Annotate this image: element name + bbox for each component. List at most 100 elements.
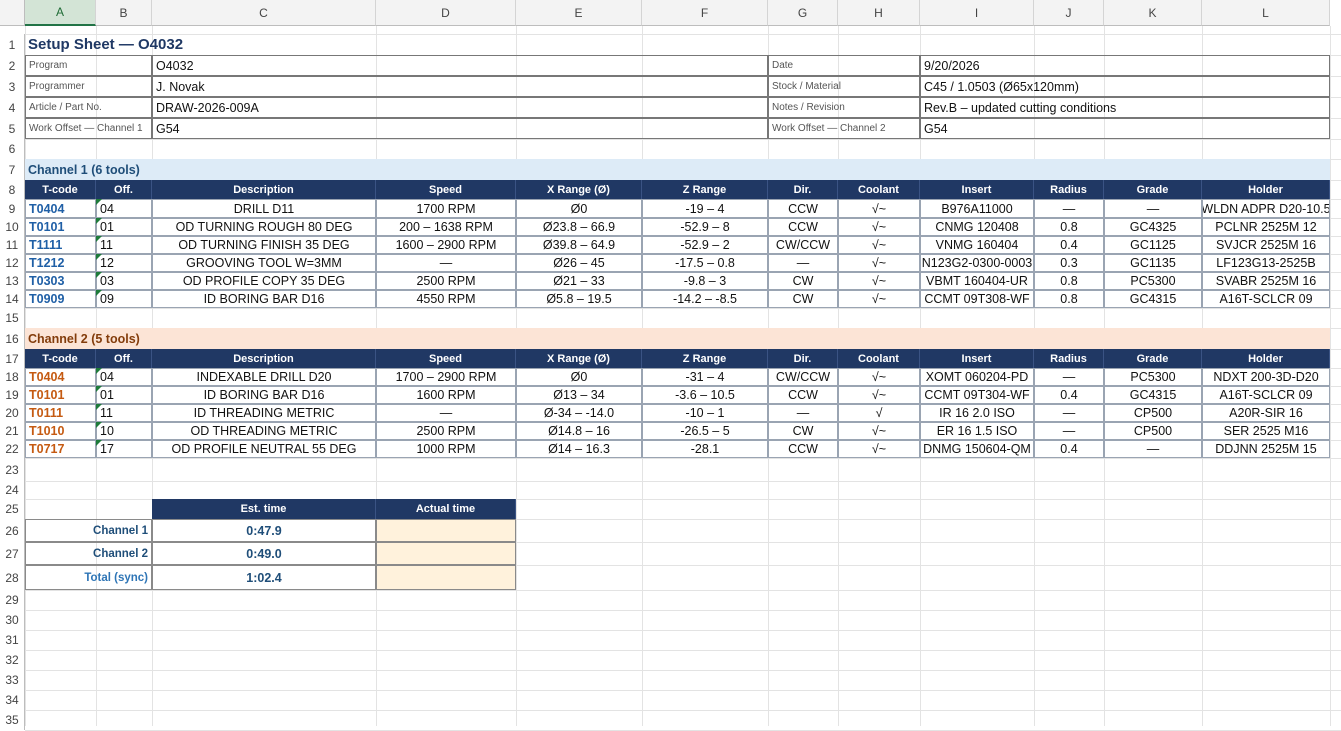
channel1-tool-4-col-3[interactable]: 2500 RPM — [376, 272, 516, 290]
channel2-tool-0-col-0[interactable]: T0404 — [25, 368, 96, 386]
channel1-tool-5-col-10[interactable]: GC4315 — [1104, 290, 1202, 308]
channel1-tool-0-col-11[interactable]: WLDN ADPR D20-10.5 — [1202, 199, 1330, 218]
row-header-6[interactable]: 6 — [0, 139, 25, 159]
channel1-tool-2-col-11[interactable]: SVJCR 2525M 16 — [1202, 236, 1330, 254]
column-header-h[interactable]: H — [838, 0, 920, 26]
channel2-tool-3-col-6[interactable]: CW — [768, 422, 838, 440]
channel2-tool-1-col-5[interactable]: -3.6 – 10.5 — [642, 386, 768, 404]
channel2-tool-0-col-8[interactable]: XOMT 060204-PD — [920, 368, 1034, 386]
column-header-g[interactable]: G — [768, 0, 838, 26]
actual-time-input-1[interactable] — [376, 542, 516, 565]
channel1-tool-1-col-9[interactable]: 0.8 — [1034, 218, 1104, 236]
channel1-tool-5-col-2[interactable]: ID BORING BAR D16 — [152, 290, 376, 308]
channel2-tool-2-col-7[interactable]: √ — [838, 404, 920, 422]
channel1-tool-3-col-0[interactable]: T1212 — [25, 254, 96, 272]
row-header-11[interactable]: 11 — [0, 236, 25, 254]
row-header-32[interactable]: 32 — [0, 650, 25, 670]
channel1-tool-2-col-9[interactable]: 0.4 — [1034, 236, 1104, 254]
channel1-tool-1-col-10[interactable]: GC4325 — [1104, 218, 1202, 236]
channel2-tool-0-col-3[interactable]: 1700 – 2900 RPM — [376, 368, 516, 386]
row-header-1[interactable]: 1 — [0, 34, 25, 55]
channel1-tool-5-col-3[interactable]: 4550 RPM — [376, 290, 516, 308]
channel2-tool-2-col-8[interactable]: IR 16 2.0 ISO — [920, 404, 1034, 422]
channel2-tool-1-col-7[interactable]: √~ — [838, 386, 920, 404]
row-header-14[interactable]: 14 — [0, 290, 25, 308]
channel2-tool-4-col-0[interactable]: T0717 — [25, 440, 96, 458]
channel1-tool-5-col-5[interactable]: -14.2 – -8.5 — [642, 290, 768, 308]
channel2-tool-0-col-5[interactable]: -31 – 4 — [642, 368, 768, 386]
channel1-tool-4-col-1[interactable]: 03 — [96, 272, 152, 290]
channel1-tool-2-col-6[interactable]: CW/CCW — [768, 236, 838, 254]
channel2-tool-0-col-11[interactable]: NDXT 200-3D-D20 — [1202, 368, 1330, 386]
column-header-l[interactable]: L — [1202, 0, 1330, 26]
channel2-tool-4-col-7[interactable]: √~ — [838, 440, 920, 458]
channel1-tool-1-col-0[interactable]: T0101 — [25, 218, 96, 236]
channel1-tool-3-col-2[interactable]: GROOVING TOOL W=3MM — [152, 254, 376, 272]
notes-value[interactable]: Rev.B – updated cutting conditions — [920, 97, 1330, 118]
channel2-tool-3-col-11[interactable]: SER 2525 M16 — [1202, 422, 1330, 440]
channel1-tool-0-col-5[interactable]: -19 – 4 — [642, 199, 768, 218]
channel2-tool-3-col-0[interactable]: T1010 — [25, 422, 96, 440]
channel2-tool-2-col-11[interactable]: A20R-SIR 16 — [1202, 404, 1330, 422]
channel1-tool-2-col-10[interactable]: GC1125 — [1104, 236, 1202, 254]
date-value[interactable]: 9/20/2026 — [920, 55, 1330, 76]
channel2-tool-3-col-4[interactable]: Ø14.8 – 16 — [516, 422, 642, 440]
channel1-tool-5-col-7[interactable]: √~ — [838, 290, 920, 308]
channel2-tool-2-col-6[interactable]: — — [768, 404, 838, 422]
channel1-tool-1-col-11[interactable]: PCLNR 2525M 12 — [1202, 218, 1330, 236]
channel2-tool-2-col-4[interactable]: Ø-34 – -14.0 — [516, 404, 642, 422]
channel1-tool-0-col-8[interactable]: B976A11000 — [920, 199, 1034, 218]
channel1-tool-0-col-6[interactable]: CCW — [768, 199, 838, 218]
channel1-tool-1-col-4[interactable]: Ø23.8 – 66.9 — [516, 218, 642, 236]
channel1-tool-3-col-3[interactable]: — — [376, 254, 516, 272]
channel1-tool-0-col-7[interactable]: √~ — [838, 199, 920, 218]
channel1-tool-0-col-2[interactable]: DRILL D11 — [152, 199, 376, 218]
channel2-tool-3-col-3[interactable]: 2500 RPM — [376, 422, 516, 440]
row-header-26[interactable]: 26 — [0, 519, 25, 542]
channel1-tool-4-col-8[interactable]: VBMT 160404-UR — [920, 272, 1034, 290]
channel1-tool-5-col-11[interactable]: A16T-SCLCR 09 — [1202, 290, 1330, 308]
channel1-tool-0-col-3[interactable]: 1700 RPM — [376, 199, 516, 218]
channel1-tool-2-col-4[interactable]: Ø39.8 – 64.9 — [516, 236, 642, 254]
row-header-27[interactable]: 27 — [0, 542, 25, 565]
channel2-tool-3-col-5[interactable]: -26.5 – 5 — [642, 422, 768, 440]
channel1-tool-2-col-3[interactable]: 1600 – 2900 RPM — [376, 236, 516, 254]
channel1-tool-4-col-0[interactable]: T0303 — [25, 272, 96, 290]
row-header-31[interactable]: 31 — [0, 630, 25, 650]
channel1-tool-4-col-2[interactable]: OD PROFILE COPY 35 DEG — [152, 272, 376, 290]
row-header-8[interactable]: 8 — [0, 180, 25, 199]
channel2-tool-4-col-11[interactable]: DDJNN 2525M 15 — [1202, 440, 1330, 458]
channel1-tool-0-col-10[interactable]: — — [1104, 199, 1202, 218]
channel2-tool-2-col-1[interactable]: 11 — [96, 404, 152, 422]
wo2-value[interactable]: G54 — [920, 118, 1330, 139]
row-header-9[interactable]: 9 — [0, 199, 25, 218]
column-header-i[interactable]: I — [920, 0, 1034, 26]
channel1-tool-3-col-11[interactable]: LF123G13-2525B — [1202, 254, 1330, 272]
channel1-tool-5-col-9[interactable]: 0.8 — [1034, 290, 1104, 308]
channel2-tool-1-col-1[interactable]: 01 — [96, 386, 152, 404]
channel1-tool-0-col-0[interactable]: T0404 — [25, 199, 96, 218]
channel1-tool-0-col-1[interactable]: 04 — [96, 199, 152, 218]
column-header-k[interactable]: K — [1104, 0, 1202, 26]
row-header-24[interactable]: 24 — [0, 481, 25, 499]
channel2-tool-1-col-6[interactable]: CCW — [768, 386, 838, 404]
channel1-tool-1-col-6[interactable]: CCW — [768, 218, 838, 236]
row-header-7[interactable]: 7 — [0, 159, 25, 180]
channel1-tool-3-col-1[interactable]: 12 — [96, 254, 152, 272]
channel1-tool-0-col-4[interactable]: Ø0 — [516, 199, 642, 218]
channel1-tool-4-col-9[interactable]: 0.8 — [1034, 272, 1104, 290]
channel1-tool-2-col-8[interactable]: VNMG 160404 — [920, 236, 1034, 254]
stock-value[interactable]: C45 / 1.0503 (Ø65x120mm) — [920, 76, 1330, 97]
channel2-tool-2-col-2[interactable]: ID THREADING METRIC — [152, 404, 376, 422]
channel2-tool-1-col-10[interactable]: GC4315 — [1104, 386, 1202, 404]
channel2-tool-1-col-9[interactable]: 0.4 — [1034, 386, 1104, 404]
channel2-tool-3-col-10[interactable]: CP500 — [1104, 422, 1202, 440]
channel1-tool-3-col-7[interactable]: √~ — [838, 254, 920, 272]
channel1-tool-2-col-7[interactable]: √~ — [838, 236, 920, 254]
channel2-tool-3-col-1[interactable]: 10 — [96, 422, 152, 440]
channel2-tool-0-col-6[interactable]: CW/CCW — [768, 368, 838, 386]
column-header-c[interactable]: C — [152, 0, 376, 26]
channel2-tool-1-col-0[interactable]: T0101 — [25, 386, 96, 404]
channel2-tool-4-col-8[interactable]: DNMG 150604-QM — [920, 440, 1034, 458]
channel2-tool-4-col-1[interactable]: 17 — [96, 440, 152, 458]
